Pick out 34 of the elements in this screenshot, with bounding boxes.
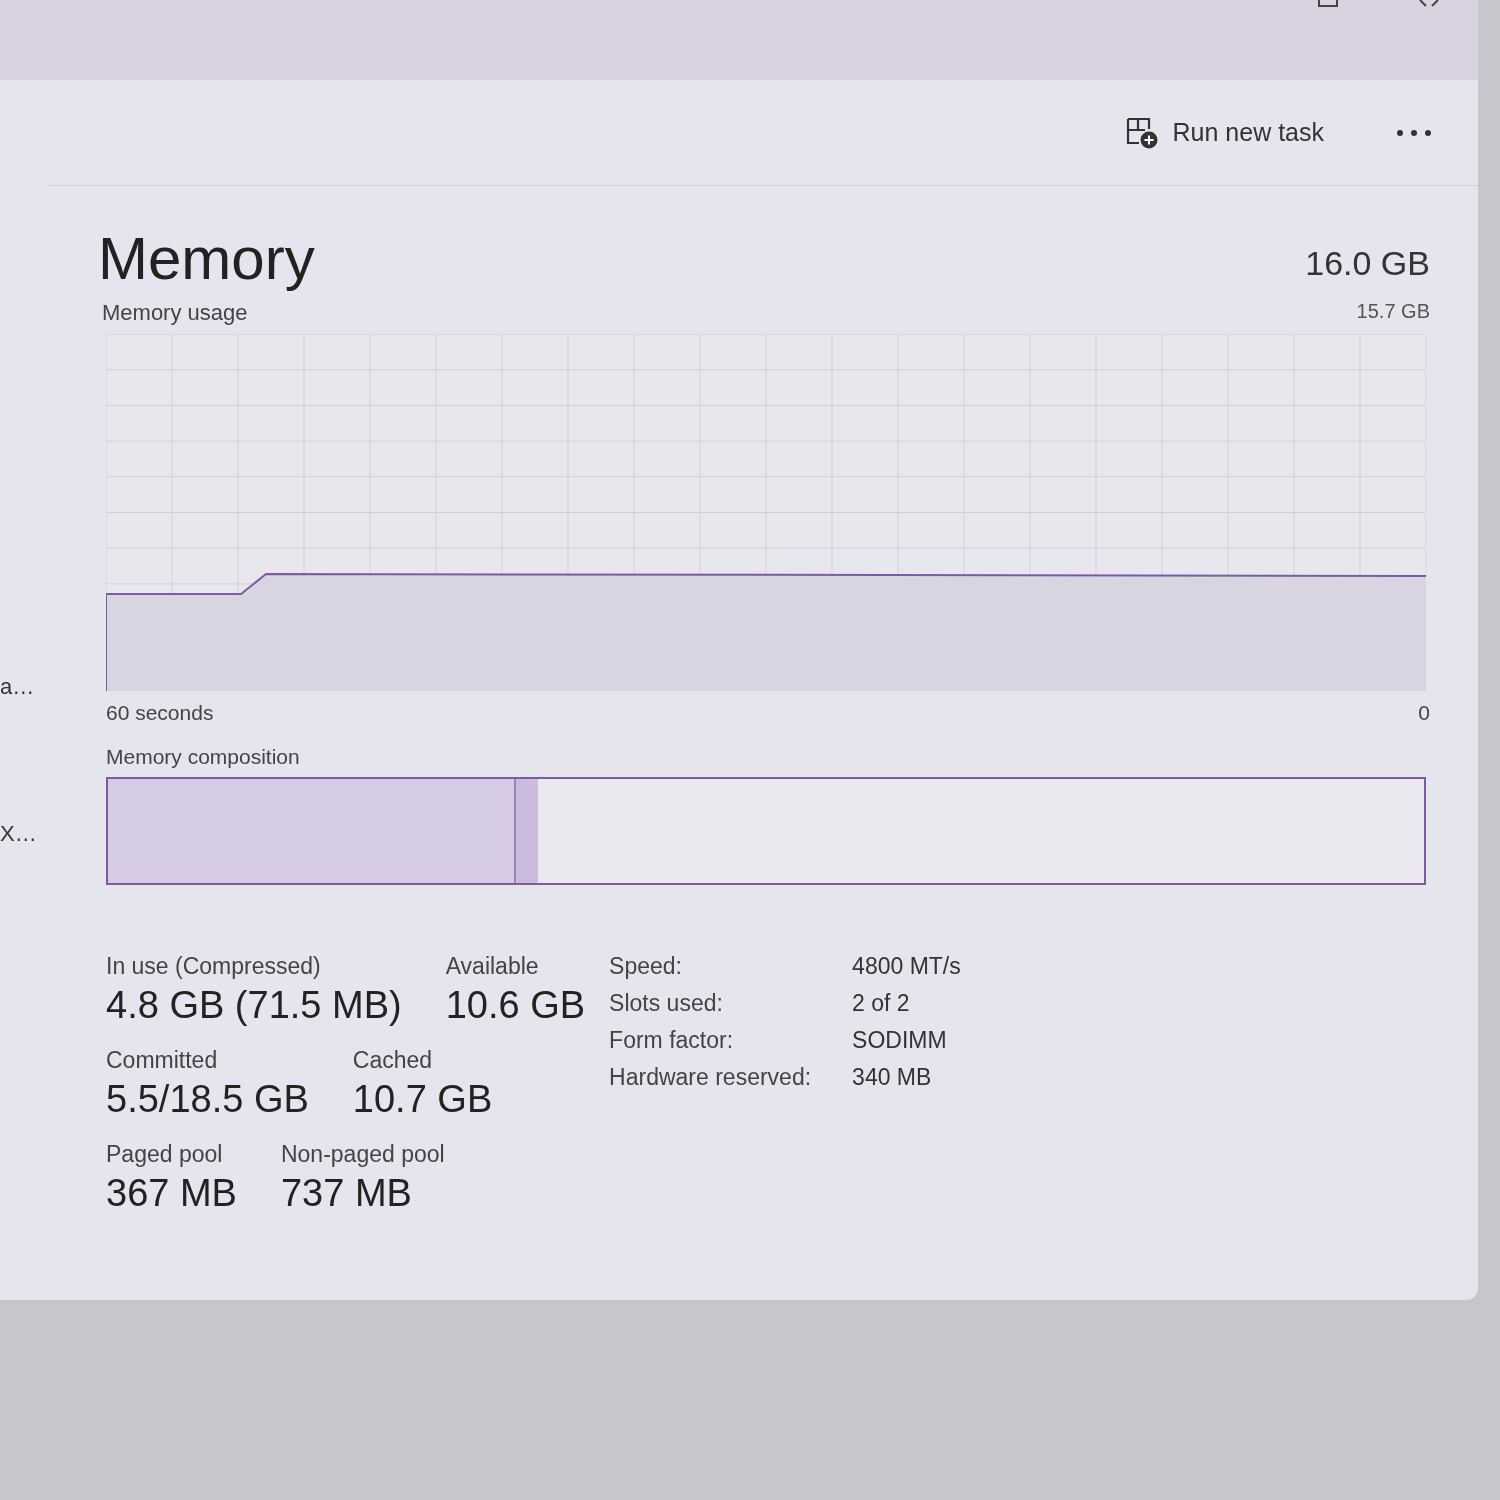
sidebar-item[interactable]: a… — [0, 674, 35, 700]
spec-label: Speed: — [609, 953, 683, 980]
graph-label: Memory usage — [102, 300, 248, 326]
stat-value: 737 MB — [280, 1172, 413, 1215]
sidebar-item[interactable]: X… — [0, 821, 37, 847]
stat-value: 5.5/18.5 GB — [106, 1078, 309, 1121]
close-icon[interactable] — [1418, 0, 1440, 8]
stat-label: Available — [445, 953, 540, 980]
spec-value: SODIMM — [852, 1027, 948, 1054]
stat-label: In use (Compressed) — [106, 953, 322, 980]
stat-value: 4.8 GB (71.5 MB) — [106, 984, 402, 1027]
page-title: Memory — [98, 224, 315, 294]
maximize-icon[interactable] — [1318, 0, 1338, 8]
stat-value: 10.6 GB — [445, 984, 586, 1027]
stat-value: 367 MB — [106, 1172, 237, 1215]
spec-label: Form factor: — [609, 1027, 735, 1054]
stat-label: Non-paged pool — [280, 1141, 445, 1168]
composition-label: Memory composition — [106, 745, 301, 769]
spec-value: 2 of 2 — [852, 990, 911, 1017]
spec-label: Hardware reserved: — [609, 1064, 813, 1091]
stat-value: 10.7 GB — [352, 1078, 493, 1121]
stat-label: Cached — [352, 1047, 434, 1074]
more-icon — [1396, 128, 1432, 137]
graph-max-label: 15.7 GB — [1356, 300, 1430, 324]
spec-value: 340 MB — [852, 1064, 933, 1091]
axis-start-label: 60 seconds — [106, 701, 214, 725]
stat-label: Paged pool — [106, 1141, 224, 1168]
stat-label: Committed — [106, 1047, 219, 1074]
run-new-task-button[interactable]: Run new task — [1118, 111, 1330, 154]
spec-label: Slots used: — [609, 990, 724, 1017]
spec-value: 4800 MT/s — [852, 953, 961, 980]
axis-end-label: 0 — [1418, 701, 1430, 725]
run-task-icon — [1124, 115, 1159, 150]
total-memory: 16.0 GB — [1305, 244, 1430, 283]
